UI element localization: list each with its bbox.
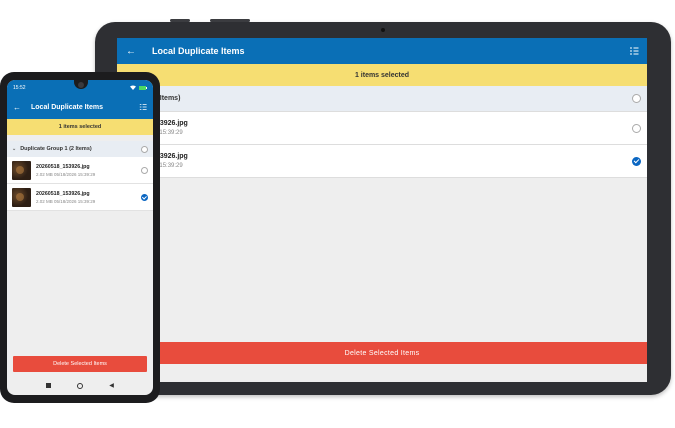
radio-unchecked-icon[interactable]	[632, 123, 641, 133]
selected-count-banner: 1 items selected	[7, 119, 153, 135]
home-icon[interactable]	[77, 382, 84, 389]
tablet-screen: ← Local Duplicate Items 1 items selected…	[117, 38, 647, 382]
file-meta: 2.02 MB 05/18/2026 15:39:29	[36, 171, 96, 177]
tablet-app-bar: ← Local Duplicate Items	[117, 38, 647, 64]
phone-screen: 15:52 ← Local Duplicate Items 1 items se…	[7, 80, 153, 395]
image-thumbnail	[12, 160, 31, 180]
group-label: Duplicate Group 1 (2 Items)	[20, 146, 92, 152]
delete-selected-button[interactable]: Delete Selected Items	[13, 356, 147, 372]
tablet-power-button	[210, 19, 250, 22]
checklist-icon[interactable]	[629, 46, 639, 56]
duplicate-group-header[interactable]: e Group 1 (2 Items)	[117, 86, 647, 112]
delete-selected-button[interactable]: Delete Selected Items	[117, 342, 647, 364]
tablet-camera	[381, 28, 385, 32]
phone-device: 15:52 ← Local Duplicate Items 1 items se…	[0, 72, 160, 403]
back-arrow-icon[interactable]: ←	[126, 46, 138, 57]
device-mockup-stage: ← Local Duplicate Items 1 items selected…	[0, 0, 675, 428]
image-thumbnail	[12, 187, 31, 207]
file-meta: 2.02 MB 05/18/2026 15:39:29	[36, 198, 96, 204]
list-item[interactable]: 20260518_153926.jpg MB 05/18/2026 15:39:…	[117, 112, 647, 145]
tablet-volume-button	[170, 19, 190, 22]
navigation-bar: ◀	[7, 376, 153, 395]
file-name: 20260518_153926.jpg	[36, 163, 90, 170]
nav-back-icon[interactable]: ◀	[109, 382, 114, 389]
list-item[interactable]: 20260518_153926.jpg 2.02 MB 05/18/2026 1…	[7, 157, 153, 184]
back-arrow-icon[interactable]: ←	[13, 103, 23, 112]
checklist-icon[interactable]	[139, 103, 147, 111]
radio-checked-icon[interactable]	[632, 156, 641, 166]
radio-unchecked-icon[interactable]	[632, 94, 641, 103]
radio-checked-icon[interactable]	[141, 193, 148, 201]
battery-icon	[139, 85, 147, 90]
tablet-device: ← Local Duplicate Items 1 items selected…	[95, 19, 671, 395]
page-title: Local Duplicate Items	[31, 103, 103, 111]
chevron-down-icon[interactable]: ⌄	[12, 146, 16, 152]
wifi-icon	[130, 85, 136, 90]
radio-unchecked-icon[interactable]	[141, 166, 148, 174]
recents-icon[interactable]	[46, 383, 52, 388]
status-time: 15:52	[13, 84, 26, 91]
duplicate-group-header[interactable]: ⌄ Duplicate Group 1 (2 Items)	[7, 141, 153, 157]
list-item[interactable]: 20260518_153926.jpg MB 05/18/2026 15:39:…	[117, 145, 647, 178]
phone-app-bar: ← Local Duplicate Items	[7, 95, 153, 119]
selected-count-banner: 1 items selected	[117, 64, 647, 86]
list-item[interactable]: 20260518_153926.jpg 2.02 MB 05/18/2026 1…	[7, 184, 153, 211]
page-title: Local Duplicate Items	[152, 46, 245, 56]
radio-unchecked-icon[interactable]	[141, 145, 148, 153]
file-name: 20260518_153926.jpg	[36, 190, 90, 197]
